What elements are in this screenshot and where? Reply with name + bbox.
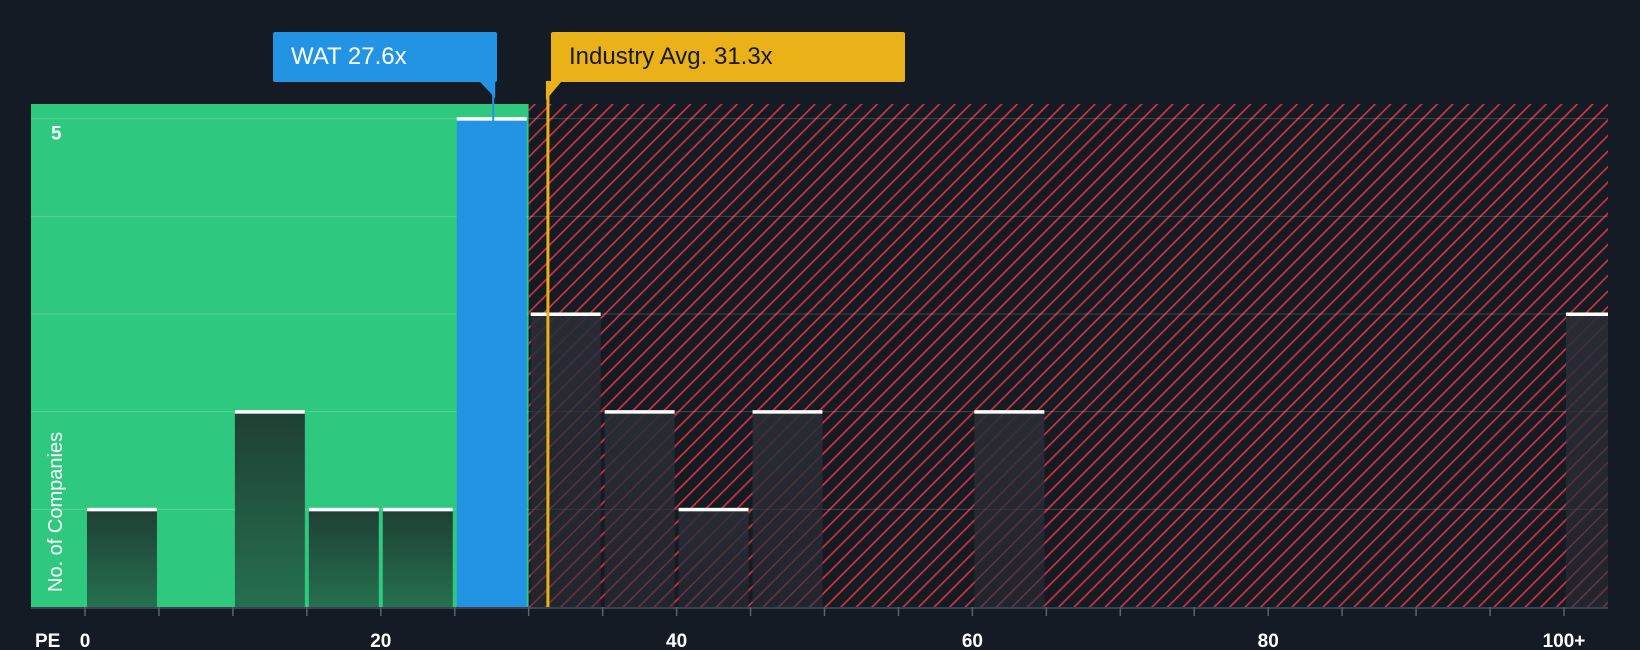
y-tick-label-5: 5 bbox=[51, 124, 62, 145]
bar-cap-15-20 bbox=[308, 507, 379, 512]
x-tick-label-100: 100+ bbox=[1543, 631, 1586, 650]
bar-cap-35-40 bbox=[604, 410, 675, 414]
bar-cap-20-25 bbox=[382, 507, 453, 512]
x-tick-label-60: 60 bbox=[962, 631, 983, 650]
company-pe-callout: WAT 27.6x bbox=[273, 32, 497, 82]
bar-35-40 bbox=[604, 411, 675, 607]
bar-cap-30-35 bbox=[530, 312, 601, 316]
bar-40-45 bbox=[678, 509, 749, 607]
x-tick-label-80: 80 bbox=[1258, 631, 1279, 650]
bar-15-20 bbox=[308, 509, 379, 607]
bar-100-105 bbox=[1566, 313, 1608, 607]
x-tick-label-40: 40 bbox=[666, 631, 687, 650]
bar-cap-45-50 bbox=[752, 410, 823, 414]
bar-45-50 bbox=[752, 411, 823, 607]
bar-cap-25-30 bbox=[456, 117, 527, 121]
x-tick-label-20: 20 bbox=[370, 631, 391, 650]
bar-30-35 bbox=[530, 313, 601, 607]
x-tick-label-0: 0 bbox=[80, 631, 91, 650]
bar-0-5 bbox=[87, 509, 157, 607]
industry-average-label: Industry Avg. 31.3x bbox=[569, 43, 773, 70]
bar-cap-0-5 bbox=[87, 507, 157, 512]
bar-cap-60-65 bbox=[974, 410, 1045, 414]
x-axis: 0 20 40 60 80 100+ PE bbox=[31, 607, 1608, 650]
bar-60-65 bbox=[974, 411, 1045, 607]
y-axis-title: No. of Companies bbox=[45, 432, 67, 592]
bar-cap-100-105 bbox=[1566, 312, 1608, 316]
industry-average-callout: Industry Avg. 31.3x bbox=[551, 32, 905, 82]
bar-cap-40-45 bbox=[678, 507, 749, 512]
company-pe-label: WAT 27.6x bbox=[291, 43, 407, 70]
company-callout-pointer bbox=[479, 81, 496, 98]
x-axis-title: PE bbox=[35, 631, 60, 650]
bar-20-25 bbox=[382, 509, 453, 607]
bar-cap-10-15 bbox=[234, 410, 305, 414]
pe-distribution-chart: 0 20 40 60 80 100+ PE 5 No. of Companies bbox=[31, 81, 1609, 650]
bar-10-15 bbox=[234, 411, 305, 607]
bar-25-30 bbox=[456, 118, 527, 607]
